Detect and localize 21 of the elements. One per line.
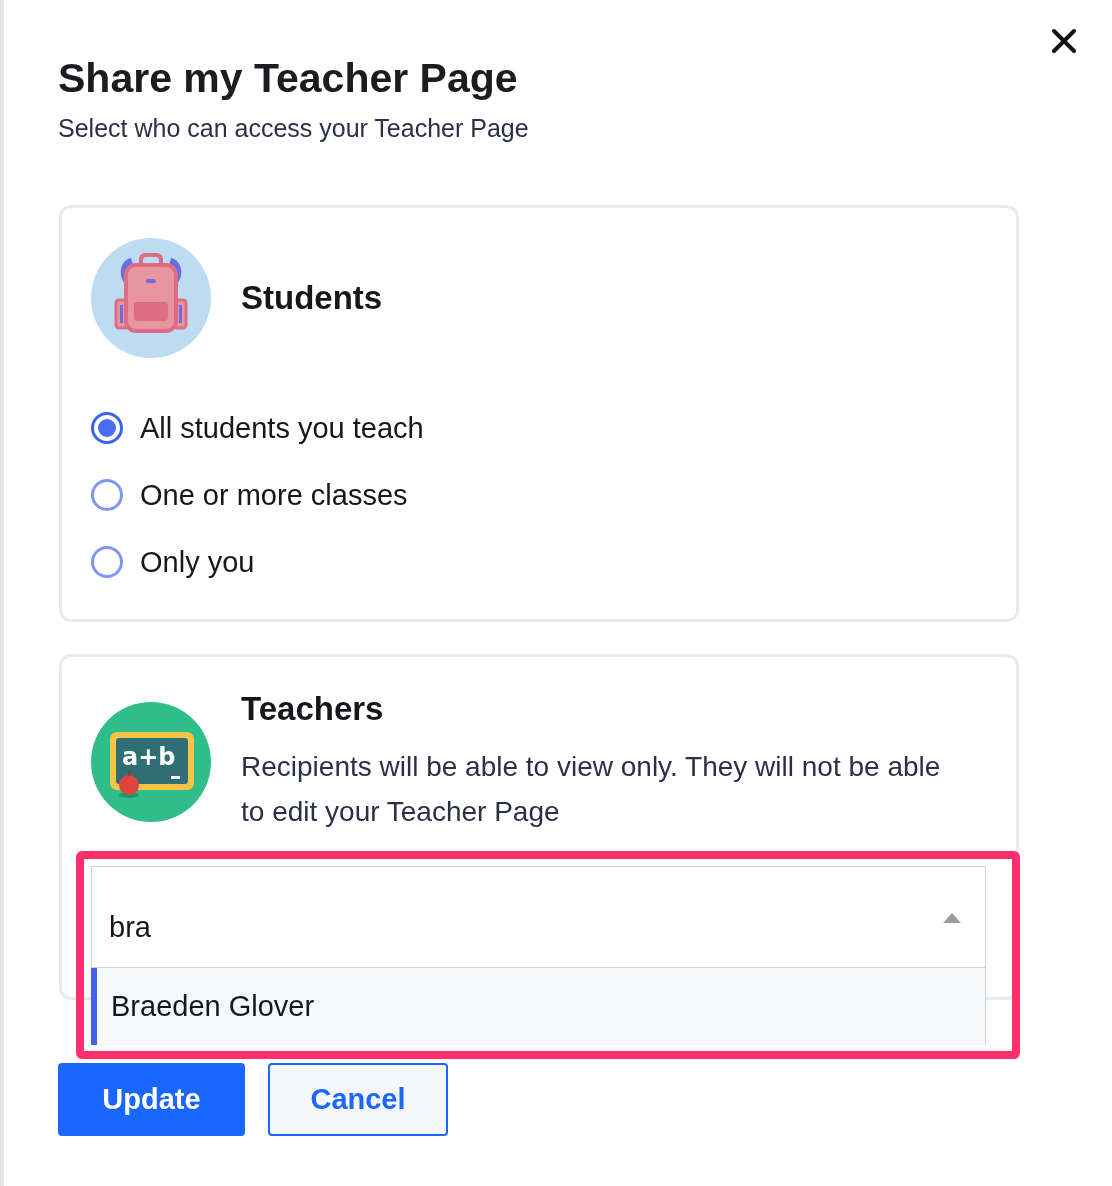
card-heading: Teachers bbox=[241, 689, 384, 729]
chalkboard-icon bbox=[91, 701, 211, 822]
card-description: Recipients will be able to view only. They will not be able to edit your Teacher Page bbox=[241, 750, 942, 829]
dialog-subtitle: Select who can access your Teacher Page bbox=[58, 113, 529, 143]
radio-button[interactable] bbox=[91, 411, 123, 444]
primary-button[interactable]: Update bbox=[58, 1063, 245, 1136]
radio-button[interactable] bbox=[91, 478, 123, 511]
backpack-icon bbox=[91, 238, 211, 358]
suggestion-option[interactable]: Braeden Glover bbox=[91, 968, 985, 1045]
chalkboard-text: a+b bbox=[122, 742, 176, 771]
apple-icon bbox=[119, 768, 139, 798]
radio-label[interactable]: One or more classes bbox=[140, 477, 408, 512]
recipient-search-field[interactable]: bra bbox=[91, 866, 986, 968]
radio-label[interactable]: Only you bbox=[140, 544, 255, 579]
close-button[interactable] bbox=[1051, 28, 1077, 54]
dialog-title: Share my Teacher Page bbox=[58, 55, 518, 101]
radio-button[interactable] bbox=[91, 545, 123, 578]
radio-label[interactable]: All students you teach bbox=[140, 410, 424, 445]
close-icon bbox=[1051, 28, 1077, 54]
card-heading: Students bbox=[241, 278, 383, 318]
secondary-button[interactable]: Cancel bbox=[268, 1063, 448, 1136]
